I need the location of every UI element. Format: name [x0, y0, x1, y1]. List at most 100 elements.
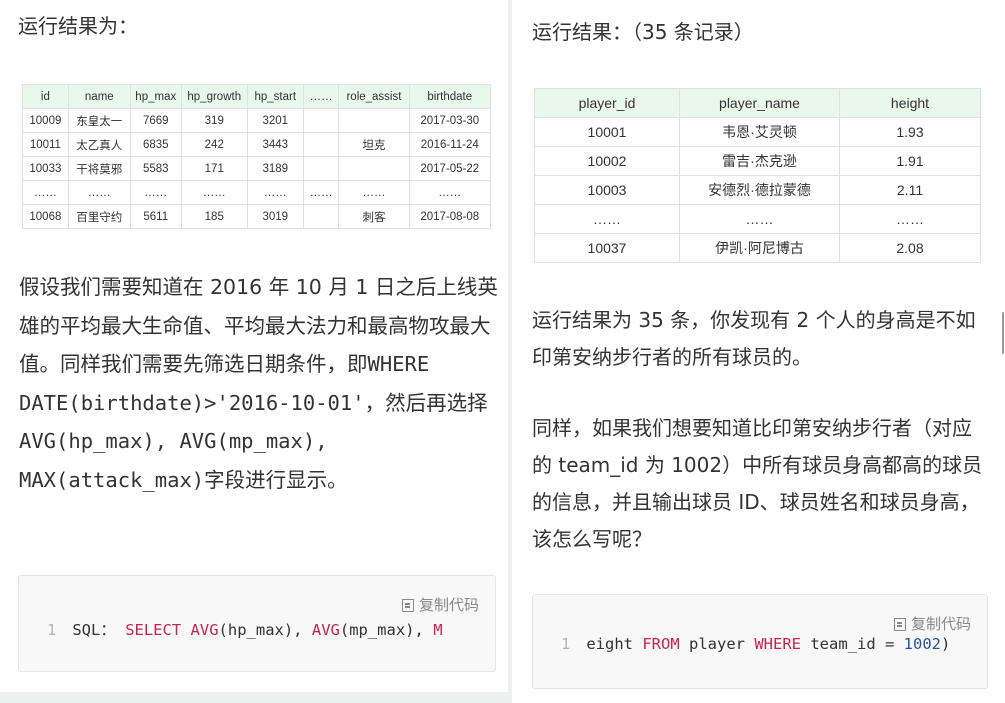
table-cell: 5611	[129, 204, 182, 229]
table-cell: 319	[180, 108, 248, 133]
copy-code-label: 复制代码	[418, 596, 479, 614]
code-keyword: SELECT	[125, 621, 182, 639]
table-cell: 3443	[246, 132, 304, 157]
table-cell: 3189	[246, 156, 304, 181]
table-cell: 干将莫邪	[67, 156, 131, 181]
copy-icon	[401, 599, 414, 612]
table-cell: 雷吉·杰克逊	[679, 146, 840, 176]
column-header: role_assist	[338, 84, 410, 109]
table-row: 10002 雷吉·杰克逊 1.91	[534, 146, 981, 176]
table-row: 10033 干将莫邪 5583 171 3189 2017-05-22	[22, 156, 492, 181]
paragraph-text: ，然后再选择	[364, 390, 488, 415]
table-cell: ……	[246, 180, 304, 205]
table-cell: 百里守约	[67, 204, 131, 229]
code-number: 1002	[903, 635, 941, 653]
table-cell	[302, 132, 340, 157]
table-cell: ……	[534, 204, 680, 234]
paragraph-text: 字段进行显示。	[204, 467, 348, 492]
table-cell: 7669	[129, 108, 182, 133]
copy-code-button[interactable]: 复制代码	[401, 594, 479, 615]
hero-result-table: id name hp_max hp_growth hp_start …… rol…	[22, 84, 492, 229]
table-cell: 242	[180, 132, 248, 157]
code-token: team_id =	[801, 635, 904, 653]
table-cell: 太乙真人	[67, 132, 131, 157]
code-keyword: FROM	[642, 635, 680, 653]
line-number: 1	[561, 635, 571, 653]
column-header: hp_start	[246, 84, 304, 109]
table-cell: 10009	[22, 108, 69, 133]
code-token: SQL：	[72, 621, 116, 639]
table-row: 10037 伊凯·阿尼博古 2.08	[534, 233, 981, 263]
column-header: id	[22, 84, 69, 109]
table-row: 10009 东皇太一 7669 319 3201 2017-03-30	[22, 108, 492, 133]
table-row: …… …… ……	[534, 204, 981, 234]
table-cell: 3019	[246, 204, 304, 229]
column-header: ……	[302, 84, 340, 109]
table-cell: 171	[180, 156, 248, 181]
table-cell: 3201	[246, 108, 304, 133]
table-row: 10068 百里守约 5611 185 3019 刺客 2017-08-08	[22, 204, 492, 229]
table-cell	[302, 204, 340, 229]
table-cell: 伊凯·阿尼博古	[679, 233, 840, 263]
copy-icon	[893, 618, 906, 631]
table-header-row: id name hp_max hp_growth hp_start …… rol…	[22, 84, 492, 109]
code-token: (hp_max),	[218, 621, 312, 639]
left-article-panel: 运行结果为： id name hp_max hp_growth hp_start…	[0, 0, 508, 703]
table-cell: 安德烈·德拉蒙德	[679, 175, 840, 205]
table-cell: 185	[180, 204, 248, 229]
table-cell: 10037	[534, 233, 680, 263]
explanation-paragraph: 假设我们需要知道在 2016 年 10 月 1 日之后上线英雄的平均最大生命值、…	[19, 268, 499, 499]
table-cell: ……	[839, 204, 981, 234]
table-header-row: player_id player_name height	[534, 88, 981, 118]
column-header: player_name	[679, 88, 840, 118]
result-heading: 运行结果：（35 条记录）	[532, 20, 754, 44]
table-cell: ……	[22, 180, 69, 205]
table-cell: 6835	[129, 132, 182, 157]
table-cell: 2016-11-24	[408, 132, 492, 157]
column-header: height	[839, 88, 981, 118]
column-header: birthdate	[408, 84, 492, 109]
table-cell: ……	[180, 180, 248, 205]
code-token: )	[940, 635, 951, 653]
table-cell: 10002	[534, 146, 680, 176]
table-row: …… …… …… …… …… …… …… ……	[22, 180, 492, 205]
player-result-table: player_id player_name height 10001 韦恩·艾灵…	[534, 88, 981, 263]
table-cell: 10003	[534, 175, 680, 205]
code-keyword: WHERE	[754, 635, 801, 653]
table-cell: 10068	[22, 204, 69, 229]
code-function: AVG	[190, 621, 219, 639]
table-cell: 坦克	[338, 132, 410, 157]
code-line: 1 SQL： SELECT AVG(hp_max), AVG(mp_max), M	[47, 618, 443, 640]
code-function: AVG	[311, 621, 340, 639]
column-header: player_id	[534, 88, 680, 118]
table-cell: ……	[67, 180, 131, 205]
table-cell: 1.93	[839, 117, 981, 147]
table-row: 10011 太乙真人 6835 242 3443 坦克 2016-11-24	[22, 132, 492, 157]
table-cell: 刺客	[338, 204, 410, 229]
table-cell: 2017-08-08	[408, 204, 492, 229]
result-paragraph: 运行结果为 35 条，你发现有 2 个人的身高是不如印第安纳步行者的所有球员的。	[532, 308, 976, 369]
code-token: player	[679, 635, 755, 653]
table-cell	[302, 108, 340, 133]
table-cell	[302, 156, 340, 181]
column-header: hp_max	[129, 84, 182, 109]
table-cell	[338, 156, 410, 181]
bottom-divider	[0, 692, 508, 703]
copy-code-label: 复制代码	[910, 615, 971, 633]
code-block: 复制代码 1 eight FROM player WHERE team_id = …	[532, 594, 988, 689]
table-cell: 东皇太一	[67, 108, 131, 133]
table-cell: ……	[338, 180, 410, 205]
table-cell: 10001	[534, 117, 680, 147]
column-header: name	[67, 84, 131, 109]
table-row: 10001 韦恩·艾灵顿 1.93	[534, 117, 981, 147]
table-cell: ……	[302, 180, 340, 205]
table-cell: 10011	[22, 132, 69, 157]
copy-code-button[interactable]: 复制代码	[893, 613, 971, 634]
code-token: (mp_max),	[339, 621, 434, 639]
table-cell: 5583	[129, 156, 182, 181]
table-cell: 2017-03-30	[408, 108, 492, 133]
table-cell: 2.08	[839, 233, 981, 263]
scrollbar[interactable]	[1002, 312, 1004, 354]
table-cell	[338, 108, 410, 133]
line-number: 1	[47, 621, 57, 639]
